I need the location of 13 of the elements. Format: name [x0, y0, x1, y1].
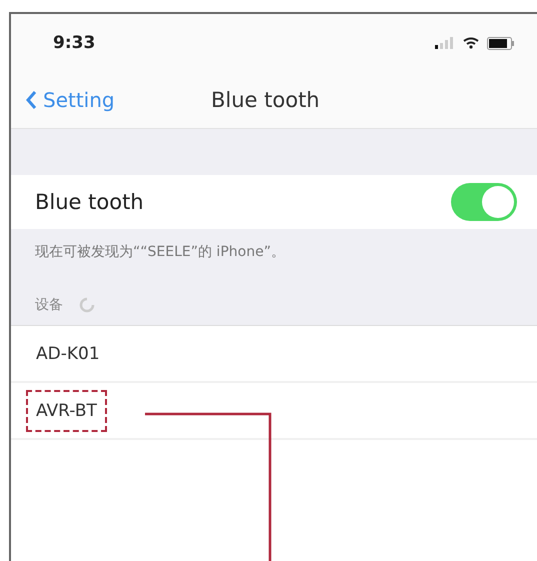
wifi-icon [463, 37, 479, 49]
signal-icon [435, 37, 455, 49]
bluetooth-toggle[interactable] [451, 183, 517, 221]
device-name[interactable]: AD-K01 [26, 332, 110, 374]
discoverable-note: 现在可被发现为““SEELE”的 iPhone”。 [11, 229, 537, 285]
chevron-left-icon [25, 90, 37, 110]
page-title: Blue tooth [211, 88, 320, 112]
bluetooth-label: Blue tooth [35, 190, 144, 214]
clock-time: 9:33 [53, 33, 96, 53]
battery-icon [487, 36, 515, 50]
device-name[interactable]: AVR-BT [26, 390, 107, 432]
spinner-icon [79, 297, 95, 313]
section-header: 设备 [35, 296, 63, 314]
